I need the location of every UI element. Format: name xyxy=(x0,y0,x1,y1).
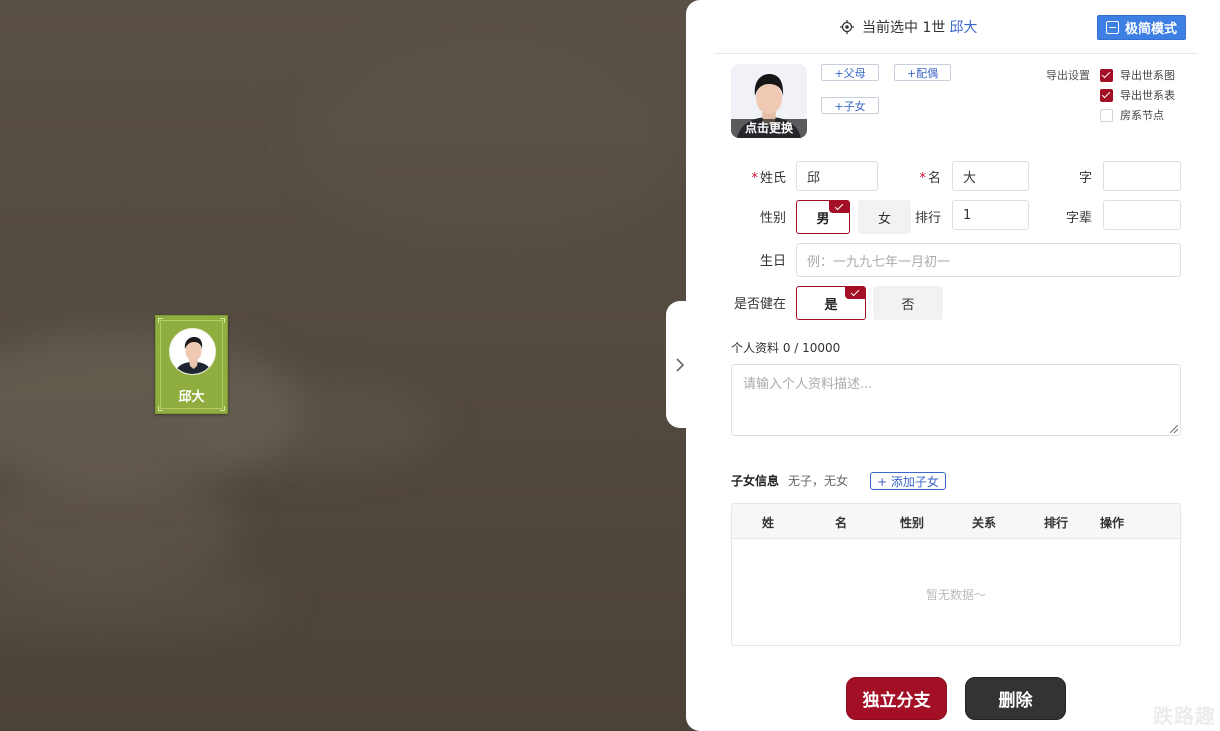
resize-grip-icon[interactable] xyxy=(1170,425,1178,433)
birthday-input[interactable]: 例：一九九七年一月初一 xyxy=(796,243,1181,277)
empty-state-text: 暂无数据～ xyxy=(925,588,986,602)
panel-header: 当前选中 1世 邱大 极简模式 xyxy=(714,0,1198,54)
check-icon xyxy=(829,201,849,213)
gender-option-label: 男 xyxy=(816,211,830,227)
export-option-label: 房系节点 xyxy=(1120,109,1164,122)
node-corner xyxy=(220,406,225,411)
generation-name-input[interactable] xyxy=(1103,200,1181,230)
column-header: 姓 xyxy=(762,516,775,530)
add-spouse-button[interactable]: +配偶 xyxy=(894,64,951,81)
locate-icon xyxy=(840,20,854,34)
gender-label: 性别 xyxy=(759,211,786,226)
male-avatar-icon xyxy=(169,328,216,375)
bio-textarea[interactable]: 请输入个人资料描述... xyxy=(731,364,1181,436)
column-header: 名 xyxy=(835,516,848,530)
export-table-checkbox[interactable]: 导出世系表 xyxy=(1100,87,1175,103)
alive-option-label: 是 xyxy=(824,297,838,313)
gender-female-option[interactable]: 女 xyxy=(858,200,911,234)
rank-input[interactable]: 1 xyxy=(952,200,1029,230)
add-parents-button[interactable]: +父母 xyxy=(821,64,879,81)
node-corner xyxy=(158,318,163,323)
export-settings-label: 导出设置 xyxy=(1046,69,1090,82)
minimal-mode-button[interactable]: 极简模式 xyxy=(1097,15,1186,40)
minus-square-icon xyxy=(1105,21,1119,34)
column-header: 性别 xyxy=(900,516,925,530)
bio-label: 个人资料 0 / 10000 xyxy=(731,341,841,355)
current-selection: 当前选中 1世 邱大 xyxy=(840,17,977,37)
checkbox-checked-icon xyxy=(1100,68,1113,82)
mist-decoration xyxy=(0,560,280,640)
export-option-label: 导出世系表 xyxy=(1120,89,1175,102)
tree-node[interactable]: 邱大 xyxy=(155,315,228,414)
birthday-label: 生日 xyxy=(759,254,786,269)
watermark: 跌路趣 xyxy=(1153,704,1216,728)
gender-option-label: 女 xyxy=(877,211,891,227)
given-name-input[interactable]: 大 xyxy=(952,161,1029,191)
alive-no-option[interactable]: 否 xyxy=(873,286,943,320)
selection-prefix: 当前选中 1世 xyxy=(862,20,946,36)
branch-node-checkbox[interactable]: 房系节点 xyxy=(1100,107,1164,123)
column-header: 排行 xyxy=(1044,516,1069,530)
surname-input[interactable]: 邱 xyxy=(796,161,878,191)
avatar-caption: 点击更换 xyxy=(731,119,807,138)
mist-decoration xyxy=(300,40,680,240)
checkbox-unchecked-icon xyxy=(1100,108,1113,122)
courtesy-name-label: 字 xyxy=(1078,171,1092,186)
node-corner xyxy=(158,406,163,411)
export-tree-checkbox[interactable]: 导出世系图 xyxy=(1100,67,1175,83)
rank-label: 排行 xyxy=(914,211,941,226)
column-header: 操作 xyxy=(1100,516,1125,530)
chevron-right-icon xyxy=(676,357,685,372)
delete-button[interactable]: 删除 xyxy=(965,677,1066,720)
column-header: 关系 xyxy=(972,516,997,530)
member-edit-panel: 当前选中 1世 邱大 极简模式 点击更换 +父母 +配偶 +子女 导出设置 导出… xyxy=(686,0,1220,731)
children-table: 姓 名 性别 关系 排行 操作 暂无数据～ xyxy=(731,503,1181,646)
checkbox-checked-icon xyxy=(1100,88,1113,102)
add-children-button[interactable]: +子女 xyxy=(821,97,879,114)
check-icon xyxy=(845,287,865,299)
add-child-button[interactable]: + 添加子女 xyxy=(870,472,946,490)
children-status: 无子，无女 xyxy=(788,474,849,488)
gender-male-option[interactable]: 男 xyxy=(796,200,850,234)
table-header: 姓 名 性别 关系 排行 操作 xyxy=(732,504,1180,539)
alive-label: 是否健在 xyxy=(733,297,786,312)
avatar-upload[interactable]: 点击更换 xyxy=(731,64,807,138)
given-name-label: * 名 xyxy=(919,171,941,186)
minimal-mode-label: 极简模式 xyxy=(1124,22,1177,37)
selection-name[interactable]: 邱大 xyxy=(949,17,977,37)
bio-placeholder: 请输入个人资料描述... xyxy=(743,377,873,392)
courtesy-name-input[interactable] xyxy=(1103,161,1181,191)
generation-name-label: 字辈 xyxy=(1065,211,1092,226)
export-option-label: 导出世系图 xyxy=(1120,69,1175,82)
alive-yes-option[interactable]: 是 xyxy=(796,286,866,320)
surname-label: * 姓氏 xyxy=(751,171,786,186)
independent-branch-button[interactable]: 独立分支 xyxy=(846,677,947,720)
node-corner xyxy=(220,318,225,323)
node-name: 邱大 xyxy=(178,390,205,405)
children-section-title: 子女信息 xyxy=(731,474,780,488)
alive-option-label: 否 xyxy=(901,297,915,313)
